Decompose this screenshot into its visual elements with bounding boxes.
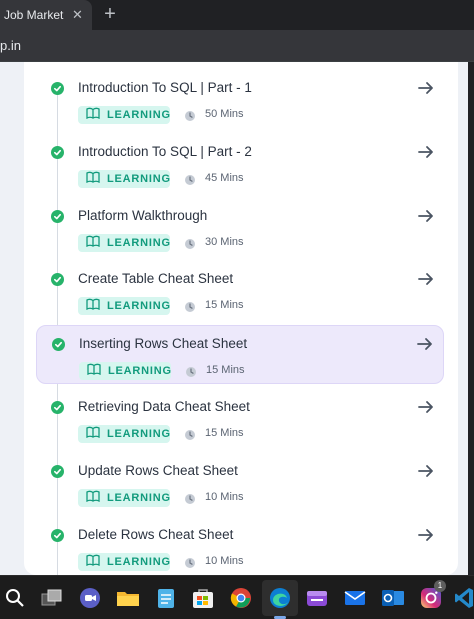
windows-taskbar: 1 [0,575,474,619]
lesson-title: Inserting Rows Cheat Sheet [79,336,248,352]
learning-badge: LEARNING [78,425,170,443]
lesson-title: Introduction To SQL | Part - 1 [78,80,252,95]
book-icon [86,425,100,443]
lesson-title: Delete Rows Cheat Sheet [78,526,234,542]
book-icon [86,106,100,124]
browser-tabstrip: Job Market | N ✕ + [0,0,474,30]
clock-icon [184,173,196,185]
check-circle-icon [51,401,64,414]
lesson-duration: 10 Mins [205,490,244,503]
arrow-right-icon[interactable] [416,461,436,481]
lesson-duration: 15 Mins [206,364,245,377]
edge-icon[interactable] [268,586,292,610]
lesson-row[interactable]: Create Table Cheat Sheet LEARNING 15 Min… [36,261,444,320]
learning-badge: LEARNING [79,362,172,381]
lesson-duration: 15 Mins [205,299,244,312]
book-icon [86,170,100,188]
lesson-title: Update Rows Cheat Sheet [78,462,238,478]
vscode-icon[interactable] [452,586,474,610]
lesson-title: Platform Walkthrough [78,207,208,223]
notification-badge: 1 [434,580,446,592]
lesson-row[interactable]: Update Rows Cheat Sheet LEARNING 10 Mins [36,453,444,512]
clock-icon [184,237,196,249]
store-icon[interactable] [191,586,215,610]
address-bar[interactable]: p.in [0,30,474,62]
arrow-right-icon[interactable] [416,78,436,98]
lesson-list-card: Introduction To SQL | Part - 1 LEARNING … [24,62,458,575]
check-circle-icon [51,82,64,95]
lesson-duration: 45 Mins [205,171,244,184]
check-circle-icon [51,464,64,478]
badge-label: LEARNING [107,555,171,568]
lesson-duration: 10 Mins [205,554,244,567]
arrow-right-icon[interactable] [416,525,436,545]
lesson-duration: 30 Mins [205,235,244,248]
outlook-icon[interactable] [381,586,405,610]
badge-label: LEARNING [107,428,171,440]
learning-badge: LEARNING [78,488,171,507]
page-background: Introduction To SQL | Part - 1 LEARNING … [0,62,468,575]
search-icon[interactable] [3,586,27,610]
book-icon [86,553,100,571]
clock-icon [184,492,196,504]
check-circle-icon [51,145,64,159]
file-explorer-icon[interactable] [116,586,140,610]
check-circle-icon [51,528,64,542]
page-viewport: Introduction To SQL | Part - 1 LEARNING … [0,62,474,575]
notepad-icon[interactable] [154,586,178,610]
check-circle-icon [52,338,65,352]
learning-badge: LEARNING [78,106,170,124]
lesson-row[interactable]: Platform Walkthrough LEARNING 30 Mins [36,198,444,257]
arrow-right-icon[interactable] [416,142,436,162]
browser-tab[interactable]: Job Market | N ✕ [0,0,92,30]
mail-icon[interactable] [343,586,367,610]
clock-icon [184,556,196,568]
lesson-title: Create Table Cheat Sheet [78,271,234,287]
chrome-icon[interactable] [229,586,253,610]
badge-label: LEARNING [107,300,171,313]
learning-badge: LEARNING [78,297,171,316]
url-text: p.in [0,38,21,53]
badge-label: LEARNING [107,236,171,249]
check-circle-icon [51,273,64,287]
media-icon[interactable] [305,586,329,610]
badge-label: LEARNING [107,109,171,121]
arrow-right-icon[interactable] [415,334,435,354]
lesson-row[interactable]: Introduction To SQL | Part - 1 LEARNING … [36,70,444,129]
learning-badge: LEARNING [78,169,171,188]
arrow-right-icon[interactable] [416,206,436,226]
book-icon [86,297,100,315]
clock-icon [184,109,196,121]
clock-icon [185,365,197,378]
lesson-duration: 50 Mins [205,108,244,120]
arrow-right-icon[interactable] [416,397,436,417]
lesson-row[interactable]: Delete Rows Cheat Sheet LEARNING 10 Mins [36,517,444,575]
badge-label: LEARNING [107,491,171,504]
learning-badge: LEARNING [78,552,171,571]
lesson-row[interactable]: Introduction To SQL | Part - 2 LEARNING … [36,134,444,193]
lesson-duration: 15 Mins [205,427,244,439]
clock-icon [184,428,196,440]
task-view-icon[interactable] [40,586,64,610]
close-icon[interactable]: ✕ [72,7,83,23]
lesson-title: Introduction To SQL | Part - 2 [78,143,252,159]
learning-badge: LEARNING [78,233,171,252]
badge-label: LEARNING [108,365,172,378]
clock-icon [184,300,196,313]
new-tab-button[interactable]: + [100,3,120,25]
check-circle-icon [51,209,64,223]
lesson-row[interactable]: Inserting Rows Cheat Sheet LEARNING 15 M… [36,325,444,385]
badge-label: LEARNING [107,172,171,185]
lesson-title: Retrieving Data Cheat Sheet [78,399,250,414]
book-icon [86,489,100,507]
book-icon [86,234,100,252]
book-icon [87,362,101,380]
scrollbar[interactable] [468,62,474,575]
tab-title: Job Market | N [4,8,66,22]
lesson-row[interactable]: Retrieving Data Cheat Sheet LEARNING 15 … [36,389,444,448]
arrow-right-icon[interactable] [416,269,436,289]
chat-icon[interactable] [78,586,102,610]
